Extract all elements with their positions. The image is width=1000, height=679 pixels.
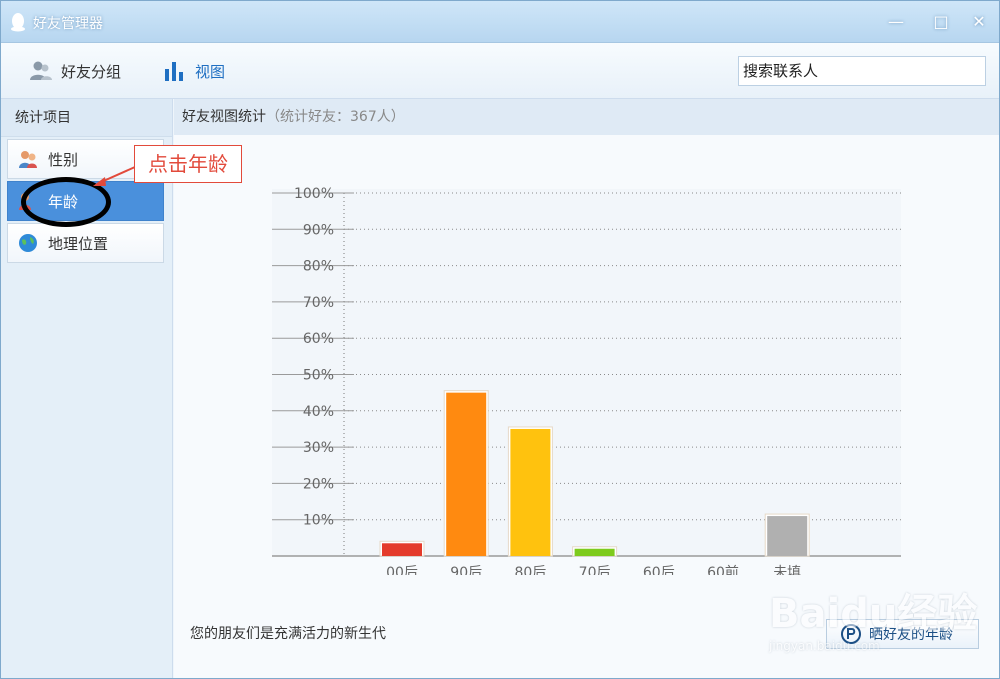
y-tick-label: 10%	[303, 513, 334, 529]
y-tick-label: 70%	[303, 295, 334, 311]
annotation-arrow-icon	[93, 166, 136, 186]
view-button[interactable]: 视图	[163, 59, 225, 83]
qq-penguin-icon	[11, 13, 25, 32]
x-tick-label: 未填	[773, 565, 801, 575]
globe-icon	[19, 234, 37, 252]
bar-80后	[510, 428, 551, 556]
x-tick-label: 60前	[707, 564, 739, 575]
stats-heading: 好友视图统计（统计好友：367人）	[174, 99, 999, 135]
watermark-url: jingyan.baidu.com	[769, 639, 880, 653]
search-contacts-input[interactable]	[738, 56, 986, 86]
plot-area	[272, 189, 901, 556]
maximize-button[interactable]: □	[930, 11, 952, 33]
sidebar-heading: 统计项目	[1, 99, 172, 137]
x-tick-label: 60后	[643, 565, 675, 575]
annotation-callout: 点击年龄	[134, 145, 242, 183]
bar-90后	[446, 392, 487, 556]
baidu-watermark: Baidu经验 jingyan.baidu.com	[769, 581, 989, 661]
sidebar-item-label: 地理位置	[48, 234, 109, 253]
bar-未填	[767, 516, 808, 556]
stats-title: 好友视图统计	[182, 109, 266, 125]
minimize-button[interactable]: —	[885, 11, 907, 33]
bar-00后	[382, 543, 422, 556]
y-tick-label: 50%	[303, 368, 334, 384]
x-tick-label: 70后	[579, 565, 611, 575]
y-tick-label: 20%	[303, 476, 334, 492]
sidebar-item-location[interactable]: 地理位置	[7, 223, 164, 263]
y-tick-label: 100%	[294, 186, 334, 202]
stats-count: （统计好友：367人）	[266, 109, 405, 125]
bar-chart-icon	[165, 62, 183, 81]
friend-groups-label: 好友分组	[61, 62, 122, 81]
users-icon	[30, 61, 52, 80]
y-tick-label: 30%	[303, 440, 334, 456]
summary-text: 您的朋友们是充满活力的新生代	[190, 626, 386, 642]
view-label: 视图	[195, 62, 226, 81]
sidebar-item-label: 性别	[48, 150, 79, 169]
friend-groups-button[interactable]: 好友分组	[29, 59, 121, 83]
y-tick-label: 80%	[303, 259, 334, 275]
window-title: 好友管理器	[33, 16, 103, 32]
close-button[interactable]: ✕	[968, 11, 990, 33]
y-tick-label: 90%	[303, 222, 334, 238]
bar-70后	[574, 548, 615, 556]
title-bar: 好友管理器 — □ ✕	[1, 1, 999, 43]
watermark-text: Baidu经验	[769, 591, 978, 637]
y-tick-label: 60%	[303, 331, 334, 347]
x-tick-label: 00后	[386, 565, 418, 575]
y-tick-label: 40%	[303, 404, 334, 420]
x-tick-label: 80后	[514, 565, 546, 575]
age-bar-chart: 10% 20% 30% 40% 50% 60% 70% 80% 90% 100% 00后 90后 80后…	[272, 186, 901, 575]
gender-icon	[19, 151, 37, 168]
friend-manager-window: 好友管理器 — □ ✕ 好友分组 视图 统计项目	[0, 0, 1000, 679]
x-tick-label: 90后	[450, 565, 482, 575]
